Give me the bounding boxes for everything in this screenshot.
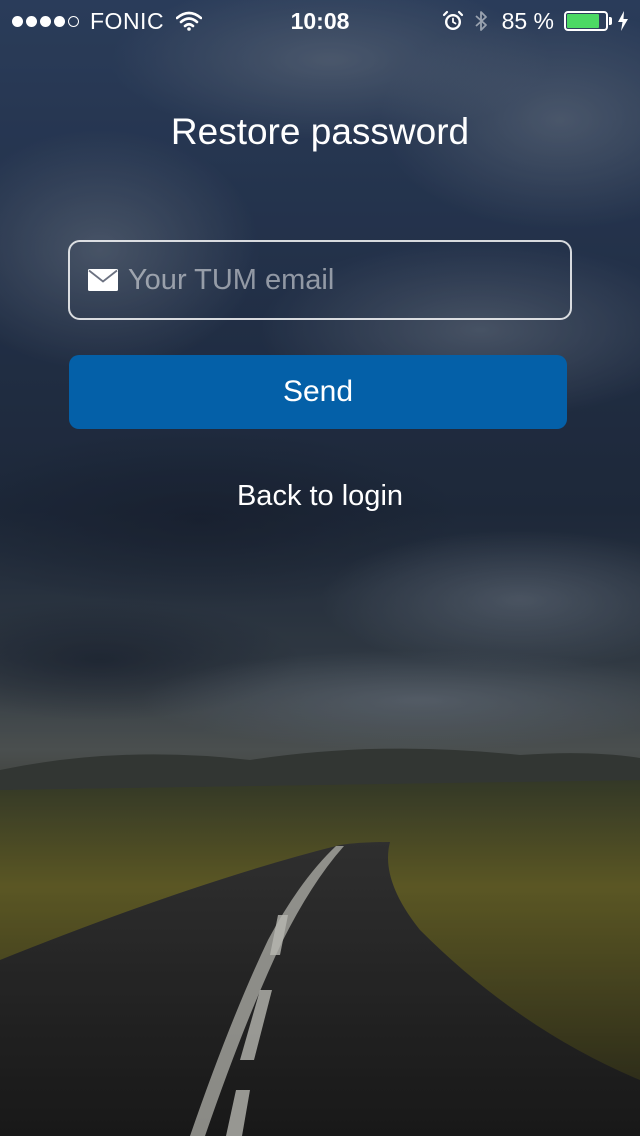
page-title: Restore password [170,111,470,152]
send-button[interactable]: Send [69,355,567,429]
email-field[interactable] [68,240,572,320]
restore-password-screen: FONIC 10:08 85 % Restore password Your T… [0,0,640,1136]
status-bar-right: 85 % [442,8,628,34]
battery-tip [609,17,612,25]
status-bar: FONIC 10:08 85 % [0,0,640,40]
background-landscape-image [0,0,640,1136]
back-to-login-link[interactable]: Back to login [0,476,640,516]
mail-icon [88,269,118,291]
battery-icon [564,10,614,32]
bluetooth-icon [474,11,487,31]
battery-percentage: 85 % [501,7,554,34]
alarm-icon [442,10,463,30]
charging-icon [618,11,628,31]
battery-level-fill [567,14,599,28]
email-input[interactable] [128,250,570,310]
